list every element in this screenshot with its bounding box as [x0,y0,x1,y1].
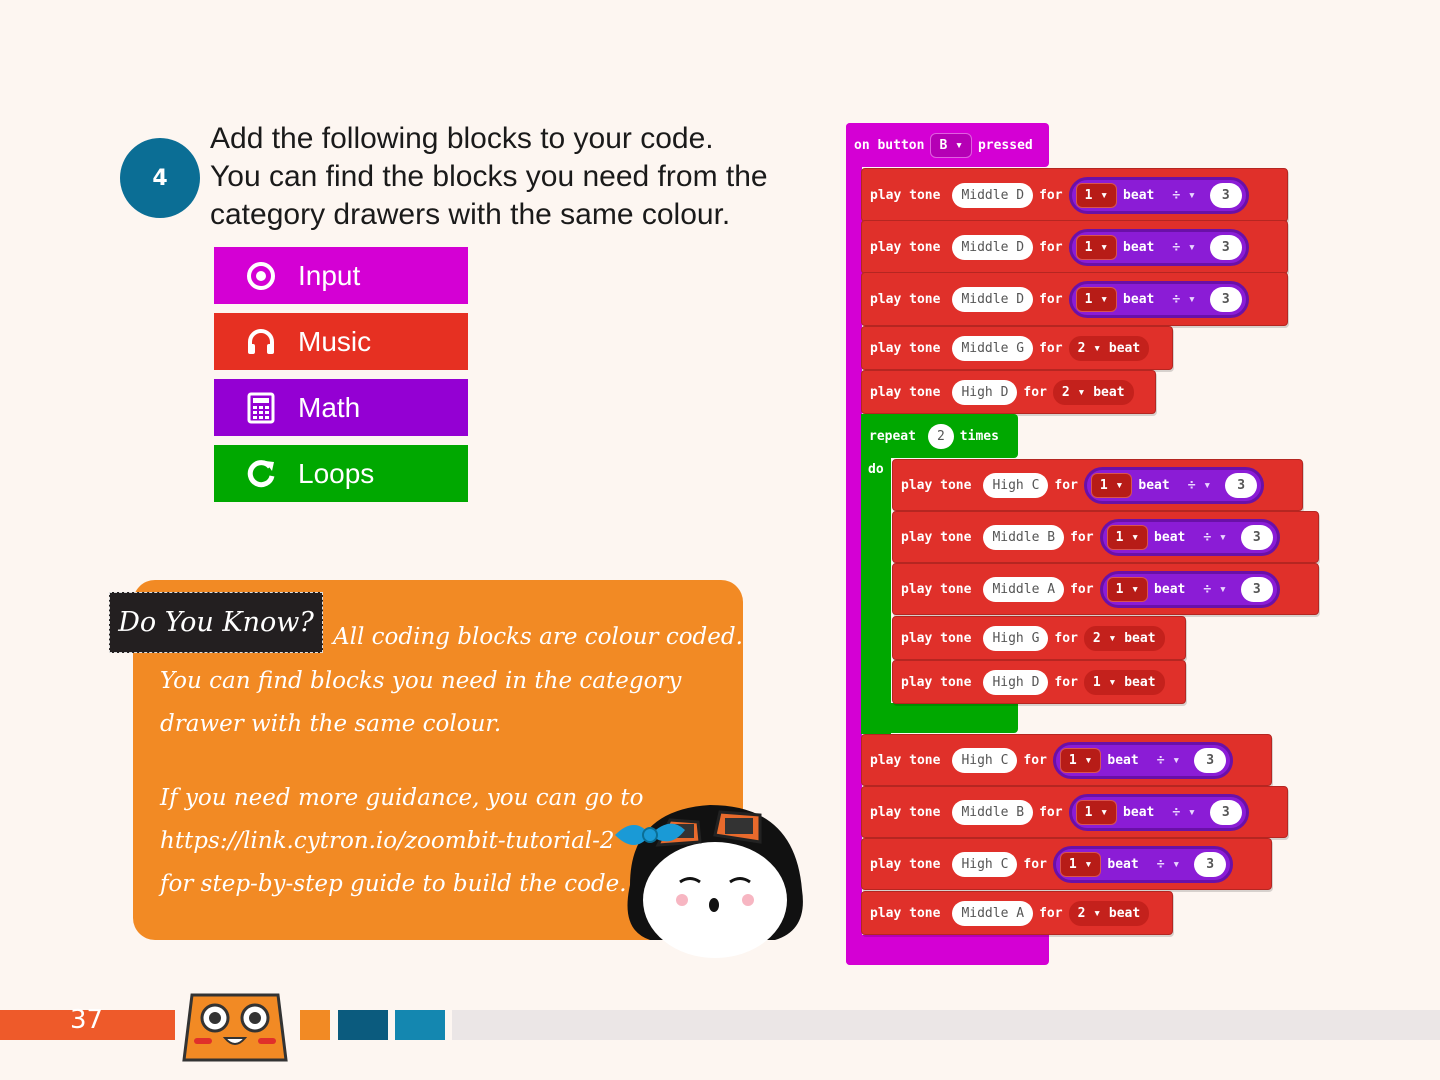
footer-grey-bar [452,1010,1440,1040]
footer-dark-blue-segment [338,1010,388,1040]
refresh-icon [242,455,280,493]
divide-block[interactable]: 1 ▾ beat ÷ ▾ 3 [1068,176,1249,214]
divide-block[interactable]: 1 ▾ beat ÷ ▾ 3 [1068,228,1249,266]
category-math: Math [214,379,468,436]
calculator-icon [242,389,280,427]
headphones-icon [242,323,280,361]
zoombit-robot-mascot [182,993,288,1062]
callout-text: If you need more guidance, you can go to [160,785,644,811]
play-tone-block[interactable]: play tone Middle Dfor 1 ▾ beat ÷ ▾ 3 [861,272,1288,326]
note-pill[interactable]: High D [952,379,1018,405]
callout-text: All coding blocks are colour coded. [333,624,743,650]
note-pill[interactable]: Middle B [952,799,1034,825]
page-number: 37 [70,1005,104,1035]
beat-dropdown[interactable]: 2 ▾ beat [1083,625,1165,651]
play-tone-block[interactable]: play tone Middle Dfor 1 ▾ beat ÷ ▾ 3 [861,220,1288,274]
button-dropdown[interactable]: B ▾ [930,132,972,158]
note-pill[interactable]: Middle D [952,234,1034,260]
note-pill[interactable]: High C [952,747,1018,773]
note-pill[interactable]: High G [983,625,1049,651]
play-tone-block[interactable]: play tone High Dfor 2 ▾ beat [861,370,1156,414]
repeat-count-input[interactable]: 2 [927,423,954,449]
divide-block[interactable]: 1 ▾ beat ÷ ▾ 3 [1099,570,1280,608]
mascot-girl-illustration [615,805,803,958]
tutorial-link[interactable]: https://link.cytron.io/zoombit-tutorial-… [160,828,615,854]
step-number-badge: 4 [120,138,200,218]
callout-text: You can find blocks you need in the cate… [160,668,682,694]
play-tone-block[interactable]: play tone Middle Bfor 1 ▾ beat ÷ ▾ 3 [892,511,1319,563]
callout-text: drawer with the same colour. [160,711,502,737]
category-label: Music [298,325,372,357]
divide-block[interactable]: 1 ▾ beat ÷ ▾ 3 [1052,845,1234,883]
repeat-loop-footer [861,703,1018,733]
beat-dropdown[interactable]: 1 ▾ beat [1083,669,1165,695]
callout-text: for step-by-step guide to build the code… [160,871,627,897]
play-tone-block[interactable]: play tone Middle Bfor 1 ▾ beat ÷ ▾ 3 [861,786,1288,838]
category-loops: Loops [214,445,468,502]
repeat-block[interactable]: repeat 2 times [861,414,1018,458]
category-label: Input [298,259,361,291]
event-block-footer [846,935,1049,965]
target-icon [242,257,280,295]
note-pill[interactable]: Middle A [952,900,1034,926]
instruction-line: category drawers with the same colour. [210,198,731,231]
play-tone-block[interactable]: play tone High Gfor 2 ▾ beat [892,616,1186,660]
note-pill[interactable]: Middle G [952,335,1034,361]
note-pill[interactable]: Middle D [952,286,1034,312]
play-tone-block[interactable]: play tone Middle Afor 2 ▾ beat [861,891,1173,935]
footer-orange-segment [300,1010,330,1040]
play-tone-block[interactable]: play tone Middle Afor 1 ▾ beat ÷ ▾ 3 [892,563,1319,615]
do-label: do [868,461,884,477]
beat-dropdown[interactable]: 2 ▾ beat [1068,900,1150,926]
play-tone-block[interactable]: play tone High Dfor 1 ▾ beat [892,660,1186,704]
category-label: Math [298,391,361,423]
play-tone-block[interactable]: play tone Middle Dfor 1 ▾ beat ÷ ▾ 3 [861,168,1288,222]
beat-dropdown[interactable]: 2 ▾ beat [1052,379,1134,405]
category-label: Loops [298,457,375,489]
play-tone-block[interactable]: play tone High Cfor 1 ▾ beat ÷ ▾ 3 [861,838,1272,890]
note-pill[interactable]: Middle A [983,576,1065,602]
note-pill[interactable]: Middle D [952,182,1034,208]
beat-dropdown[interactable]: 2 ▾ beat [1068,335,1150,361]
footer-blue-segment [395,1010,445,1040]
do-you-know-title: Do You Know? [109,592,323,653]
divide-block[interactable]: 1 ▾ beat ÷ ▾ 3 [1068,793,1249,831]
instruction-line: You can find the blocks you need from th… [210,160,768,193]
divide-block[interactable]: 1 ▾ beat ÷ ▾ 3 [1068,280,1249,318]
divide-block[interactable]: 1 ▾ beat ÷ ▾ 3 [1099,518,1280,556]
on-button-pressed-block[interactable]: on button B ▾ pressed [846,123,1049,167]
code-blocks-area: on button B ▾ pressed play tone Middle Df… [846,123,1326,968]
category-music: Music [214,313,468,370]
instructions-text: Add the following blocks to your code. Y… [210,120,810,234]
note-pill[interactable]: High C [983,472,1049,498]
divide-block[interactable]: 1 ▾ beat ÷ ▾ 3 [1083,466,1265,504]
instruction-line: Add the following blocks to your code. [210,122,714,155]
step-number: 4 [152,165,168,191]
event-prefix: on button [854,137,925,153]
event-suffix: pressed [977,137,1033,153]
note-pill[interactable]: High D [983,669,1049,695]
category-input: Input [214,247,468,304]
play-tone-block[interactable]: play tone High Cfor 1 ▾ beat ÷ ▾ 3 [892,459,1303,511]
event-block-body [846,123,862,965]
divide-block[interactable]: 1 ▾ beat ÷ ▾ 3 [1052,741,1234,779]
play-tone-block[interactable]: play tone High Cfor 1 ▾ beat ÷ ▾ 3 [861,734,1272,786]
play-tone-block[interactable]: play tone Middle Gfor 2 ▾ beat [861,326,1173,370]
note-pill[interactable]: Middle B [983,524,1065,550]
note-pill[interactable]: High C [952,851,1018,877]
